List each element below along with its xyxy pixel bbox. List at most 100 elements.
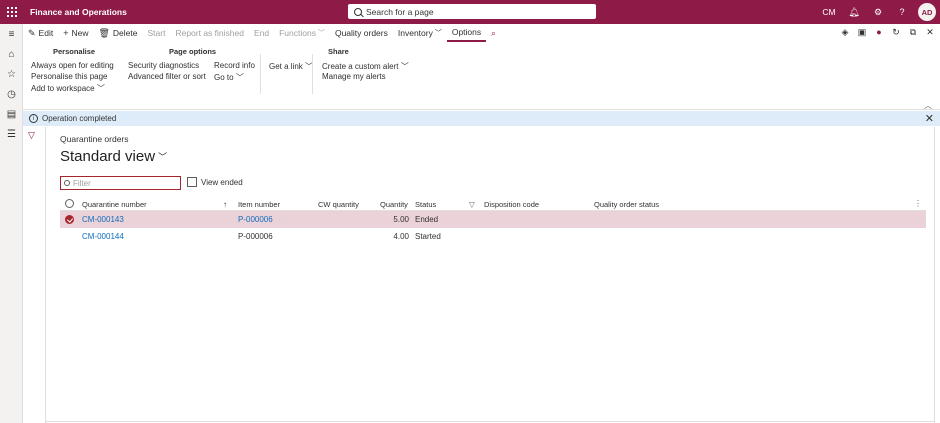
delete-button[interactable]: 🗑︎ Delete [93, 24, 142, 42]
record-info-button[interactable]: Record info [214, 61, 255, 70]
quarantine-grid: Quarantine number ↑ Item number CW quant… [60, 196, 926, 245]
view-selector[interactable]: Standard view ﹀ [60, 148, 167, 165]
get-link-menu[interactable]: Get a link ﹀ [269, 61, 313, 72]
item-number-link[interactable]: P-000006 [238, 215, 273, 224]
column-header-cw-quantity[interactable]: CW quantity [318, 200, 359, 209]
bell-icon[interactable]: 🔔︎ [842, 0, 866, 24]
main-content: Quarantine orders Standard view ﹀ Filter… [45, 127, 935, 423]
chevron-down-icon: ﹀ [96, 84, 105, 93]
security-diagnostics-button[interactable]: Security diagnostics [128, 61, 199, 70]
action-pane: ✎ Edit + New 🗑︎ Delete Start Report as f… [23, 24, 940, 110]
create-alert-label: Create a custom alert [322, 62, 399, 71]
new-label: New [71, 28, 89, 38]
help-icon[interactable]: ? [890, 0, 914, 24]
message-bar: i Operation completed ✕ [23, 111, 940, 126]
trash-icon: 🗑︎ [98, 27, 110, 38]
group-personalise-title: Personalise [53, 47, 96, 56]
column-header-status[interactable]: Status [415, 200, 436, 209]
collapse-ribbon-icon[interactable]: ︿ [924, 100, 932, 111]
view-ended-checkbox[interactable]: View ended [187, 177, 243, 187]
diamond-icon[interactable]: ◈ [839, 26, 851, 38]
filter-input[interactable]: Filter [60, 176, 181, 190]
filter-pane-icon[interactable]: ▽ [28, 130, 35, 141]
star-icon[interactable]: ☆ [0, 64, 23, 84]
quantity-cell: 5.00 [393, 215, 409, 224]
functions-menu[interactable]: Functions ﹀ [274, 24, 330, 42]
personalise-page-button[interactable]: Personalise this page [31, 72, 108, 81]
row-select-radio[interactable] [65, 215, 74, 224]
table-row[interactable]: CM-000143 P-000006 5.00 Ended [60, 211, 926, 228]
plus-icon: + [63, 28, 69, 38]
chevron-down-icon: ﹀ [158, 152, 168, 162]
group-divider [260, 54, 261, 94]
item-number-cell: P-000006 [238, 232, 273, 241]
column-header-quarantine-number[interactable]: Quarantine number [82, 200, 147, 209]
sort-ascending-icon: ↑ [223, 200, 227, 209]
add-to-workspace-label: Add to workspace [31, 84, 95, 93]
home-icon[interactable]: ⌂ [0, 44, 23, 64]
column-header-item-number[interactable]: Item number [238, 200, 280, 209]
group-share-title: Share [328, 47, 349, 56]
grid-header: Quarantine number ↑ Item number CW quant… [60, 196, 926, 211]
pencil-icon: ✎ [28, 27, 36, 38]
edit-label: Edit [38, 28, 54, 38]
always-open-editing-button[interactable]: Always open for editing [31, 61, 114, 70]
column-header-disposition-code[interactable]: Disposition code [484, 200, 539, 209]
app-launcher-icon[interactable] [0, 0, 24, 24]
company-selector[interactable]: CM [816, 0, 842, 24]
recent-clock-icon[interactable]: ◷ [0, 84, 23, 104]
more-options-icon[interactable]: ⋮ [914, 199, 922, 208]
chevron-down-icon: ﹀ [317, 30, 325, 37]
status-cell: Ended [415, 215, 439, 224]
content-bottom-border [45, 421, 935, 422]
column-filter-icon[interactable]: ▽ [469, 200, 475, 209]
page-caption: Quarantine orders [60, 134, 129, 144]
select-all-radio[interactable] [65, 199, 74, 208]
tab-inventory[interactable]: Inventory ﹀ [393, 24, 447, 42]
checkbox[interactable] [187, 177, 197, 187]
group-divider [312, 54, 313, 94]
view-ended-label: View ended [201, 177, 243, 187]
close-icon[interactable]: ✕ [925, 112, 934, 125]
chevron-down-icon: ﹀ [434, 30, 442, 37]
report-finished-button[interactable]: Report as finished [170, 24, 249, 42]
edit-button[interactable]: ✎ Edit [23, 24, 58, 42]
advanced-filter-button[interactable]: Advanced filter or sort [128, 72, 206, 81]
open-new-window-icon[interactable]: ⧉ [907, 26, 919, 38]
notifications-badge-icon[interactable]: ● [873, 26, 885, 38]
gear-icon[interactable]: ⚙ [866, 0, 890, 24]
office-icon[interactable]: ▣ [856, 26, 868, 38]
close-icon[interactable]: ✕ [924, 26, 936, 38]
create-custom-alert-menu[interactable]: Create a custom alert ﹀ [322, 61, 409, 72]
top-bar: Finance and Operations Search for a page… [0, 0, 940, 24]
workspaces-icon[interactable]: ▤ [0, 104, 23, 124]
table-row[interactable]: CM-000144 P-000006 4.00 Started [60, 228, 926, 245]
chevron-down-icon: ﹀ [235, 73, 244, 82]
refresh-icon[interactable]: ↻ [890, 26, 902, 38]
app-title[interactable]: Finance and Operations [30, 7, 127, 17]
search-icon [354, 7, 362, 16]
delete-label: Delete [112, 28, 138, 38]
new-button[interactable]: + New [58, 24, 93, 42]
modules-list-icon[interactable]: ☰ [0, 124, 23, 144]
tab-quality-orders[interactable]: Quality orders [330, 24, 393, 42]
group-page-options-title: Page options [169, 47, 217, 56]
tab-options[interactable]: Options [446, 24, 487, 42]
search-input[interactable]: Search for a page [348, 4, 596, 19]
go-to-menu[interactable]: Go to ﹀ [214, 72, 244, 83]
column-header-quality-order-status[interactable]: Quality order status [594, 200, 659, 209]
functions-label: Functions [279, 28, 316, 38]
get-link-label: Get a link [269, 62, 303, 71]
hamburger-icon[interactable]: ≡ [0, 24, 23, 44]
end-button[interactable]: End [249, 24, 274, 42]
quarantine-number-link[interactable]: CM-000143 [82, 215, 124, 224]
column-header-quantity[interactable]: Quantity [380, 200, 408, 209]
manage-alerts-button[interactable]: Manage my alerts [322, 72, 386, 81]
avatar[interactable]: AD [918, 3, 936, 21]
action-search-icon[interactable]: ⌕ [486, 24, 501, 42]
filter-placeholder: Filter [73, 178, 91, 188]
quarantine-number-link[interactable]: CM-000144 [82, 232, 124, 241]
start-button[interactable]: Start [143, 24, 171, 42]
add-to-workspace-menu[interactable]: Add to workspace ﹀ [31, 83, 105, 94]
chevron-down-icon: ﹀ [400, 62, 409, 71]
